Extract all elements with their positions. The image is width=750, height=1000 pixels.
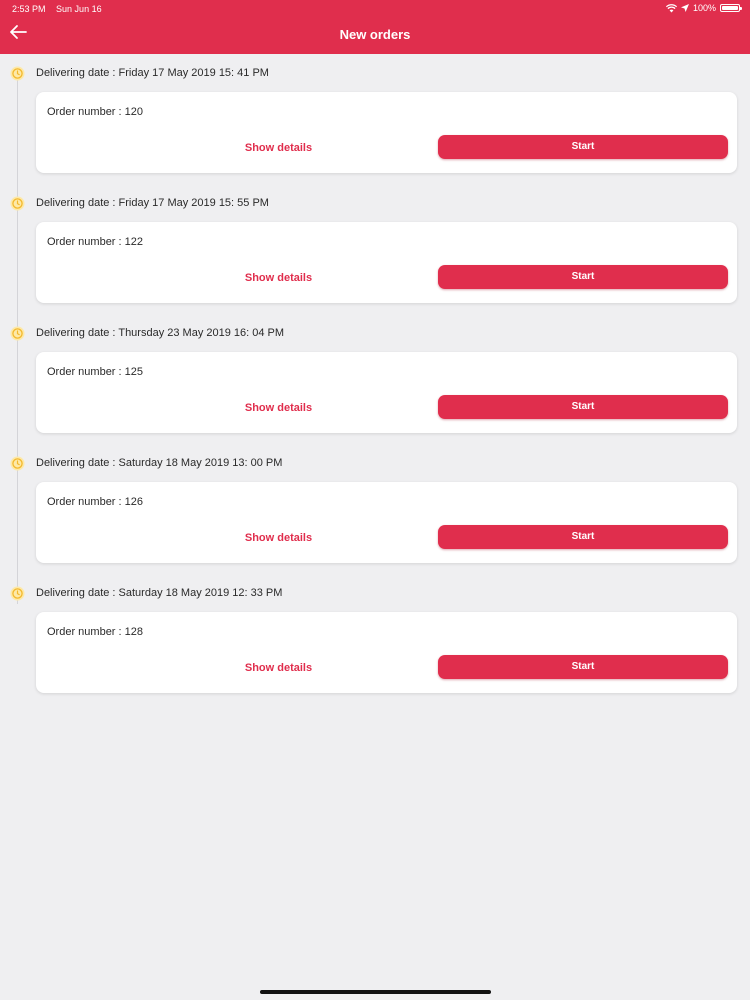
- delivery-date: Delivering date : Saturday 18 May 2019 1…: [36, 457, 283, 469]
- clock-icon: [10, 66, 25, 81]
- start-button[interactable]: Start: [438, 135, 728, 159]
- show-details-link[interactable]: Show details: [211, 402, 346, 414]
- delivery-date: Delivering date : Thursday 23 May 2019 1…: [36, 327, 285, 339]
- start-button[interactable]: Start: [438, 395, 728, 419]
- show-details-link[interactable]: Show details: [211, 532, 346, 544]
- order-number: Order number : 120: [47, 106, 143, 118]
- order-number: Order number : 128: [47, 626, 143, 638]
- start-button[interactable]: Start: [438, 525, 728, 549]
- status-bar: 2:53 PM Sun Jun 16 100%: [0, 0, 750, 18]
- order-card: Order number : 125 Show details Start: [36, 352, 737, 433]
- show-details-link[interactable]: Show details: [211, 662, 346, 674]
- status-right: 100%: [665, 3, 742, 13]
- home-indicator[interactable]: [260, 990, 491, 994]
- battery-icon: [720, 4, 742, 12]
- app-header: 2:53 PM Sun Jun 16 100% New orders: [0, 0, 750, 54]
- wifi-icon: [665, 3, 677, 12]
- order-card: Order number : 128 Show details Start: [36, 612, 737, 693]
- status-time: 2:53 PM: [12, 4, 46, 14]
- show-details-link[interactable]: Show details: [211, 142, 346, 154]
- show-details-link[interactable]: Show details: [211, 272, 346, 284]
- delivery-date: Delivering date : Friday 17 May 2019 15:…: [36, 67, 269, 79]
- delivery-date: Delivering date : Saturday 18 May 2019 1…: [36, 587, 283, 599]
- start-button[interactable]: Start: [438, 265, 728, 289]
- status-left: 2:53 PM Sun Jun 16: [12, 4, 110, 14]
- page-title: New orders: [339, 27, 411, 42]
- start-button[interactable]: Start: [438, 655, 728, 679]
- battery-percent: 100%: [692, 3, 716, 13]
- clock-icon: [10, 586, 25, 601]
- order-card: Order number : 126 Show details Start: [36, 482, 737, 563]
- clock-icon: [10, 456, 25, 471]
- order-number: Order number : 122: [47, 236, 143, 248]
- status-date: Sun Jun 16: [56, 4, 102, 14]
- delivery-date: Delivering date : Friday 17 May 2019 15:…: [36, 197, 269, 209]
- order-card: Order number : 120 Show details Start: [36, 92, 737, 173]
- order-number: Order number : 126: [47, 496, 143, 508]
- location-arrow-icon: [680, 4, 689, 12]
- order-number: Order number : 125: [47, 366, 143, 378]
- clock-icon: [10, 326, 25, 341]
- order-card: Order number : 122 Show details Start: [36, 222, 737, 303]
- clock-icon: [10, 196, 25, 211]
